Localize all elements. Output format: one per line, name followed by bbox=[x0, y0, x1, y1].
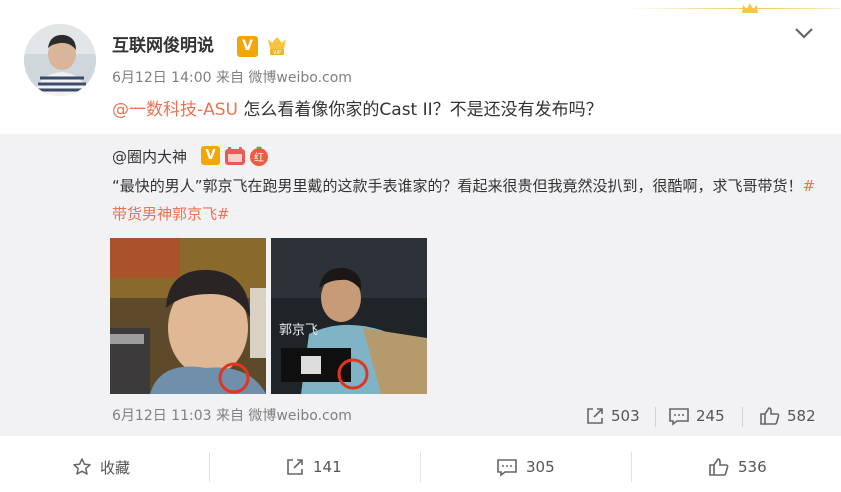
crown-icon bbox=[742, 3, 758, 13]
repost-author[interactable]: @圈内大神 bbox=[112, 147, 187, 167]
svg-text:VIP: VIP bbox=[273, 50, 281, 56]
comment-icon bbox=[669, 408, 689, 426]
divider bbox=[742, 407, 743, 427]
decoration-line bbox=[628, 8, 840, 9]
share-icon bbox=[287, 459, 303, 475]
divider bbox=[655, 407, 656, 427]
post-text: @一数科技-ASU 怎么看着像你家的Cast II？不是还没有发布吗？ bbox=[112, 98, 603, 122]
thumbs-up-icon bbox=[760, 407, 780, 425]
comment-count: 245 bbox=[696, 407, 725, 425]
repost-like-button[interactable]: 582 bbox=[759, 403, 816, 429]
thumbs-up-icon bbox=[709, 458, 729, 476]
like-count: 536 bbox=[738, 458, 767, 476]
divider bbox=[209, 452, 210, 482]
post-meta: 6月12日 14:00 来自 微博weibo.com bbox=[112, 70, 352, 86]
divider bbox=[420, 452, 421, 482]
favorite-label: 收藏 bbox=[100, 458, 131, 477]
comment-count: 305 bbox=[526, 458, 555, 476]
comment-button[interactable]: 305 bbox=[496, 455, 555, 479]
vip-icon: VIP bbox=[268, 37, 286, 56]
favorite-button[interactable]: 收藏 bbox=[72, 455, 130, 479]
mention-link[interactable]: @一数科技-ASU bbox=[112, 100, 238, 120]
like-button[interactable]: 536 bbox=[708, 455, 767, 479]
avatar-image bbox=[24, 24, 96, 96]
chevron-down-icon[interactable] bbox=[794, 26, 814, 40]
member-badge-icon bbox=[225, 147, 245, 165]
star-icon bbox=[73, 458, 91, 475]
repost-count: 141 bbox=[313, 458, 342, 476]
divider bbox=[631, 452, 632, 482]
repost-photo-1[interactable] bbox=[110, 238, 266, 394]
avatar[interactable] bbox=[24, 24, 96, 96]
photo-image: 郭京飞 bbox=[271, 238, 427, 394]
repost-count: 503 bbox=[611, 407, 640, 425]
repost-comment-button[interactable]: 245 bbox=[668, 403, 725, 429]
svg-text:郭京飞: 郭京飞 bbox=[279, 322, 318, 338]
svg-text:红: 红 bbox=[254, 151, 264, 164]
repost-body: “最快的男人”郭京飞在跑男里戴的这款手表谁家的？看起来很贵但我竟然没扒到，很酷啊… bbox=[112, 177, 803, 195]
post-body: 怎么看着像你家的Cast II？不是还没有发布吗？ bbox=[238, 100, 603, 120]
repost-meta: 6月12日 11:03 来自 微博weibo.com bbox=[112, 408, 352, 424]
repost-repost-button[interactable]: 503 bbox=[585, 403, 640, 429]
repost-text: “最快的男人”郭京飞在跑男里戴的这款手表谁家的？看起来很贵但我竟然没扒到，很酷啊… bbox=[112, 172, 822, 228]
photo-image bbox=[110, 238, 266, 394]
repost-verified-badge: V bbox=[201, 146, 220, 165]
repost-button[interactable]: 141 bbox=[285, 455, 342, 479]
author-name[interactable]: 互联网俊明说 bbox=[112, 35, 214, 57]
top-decoration bbox=[628, 3, 840, 13]
share-icon bbox=[587, 408, 603, 424]
repost-photo-2[interactable]: 郭京飞 bbox=[271, 238, 427, 394]
like-count: 582 bbox=[787, 407, 816, 425]
red-badge-icon: 红 bbox=[250, 146, 268, 166]
comment-icon bbox=[497, 459, 517, 477]
verified-badge: V bbox=[237, 36, 258, 57]
